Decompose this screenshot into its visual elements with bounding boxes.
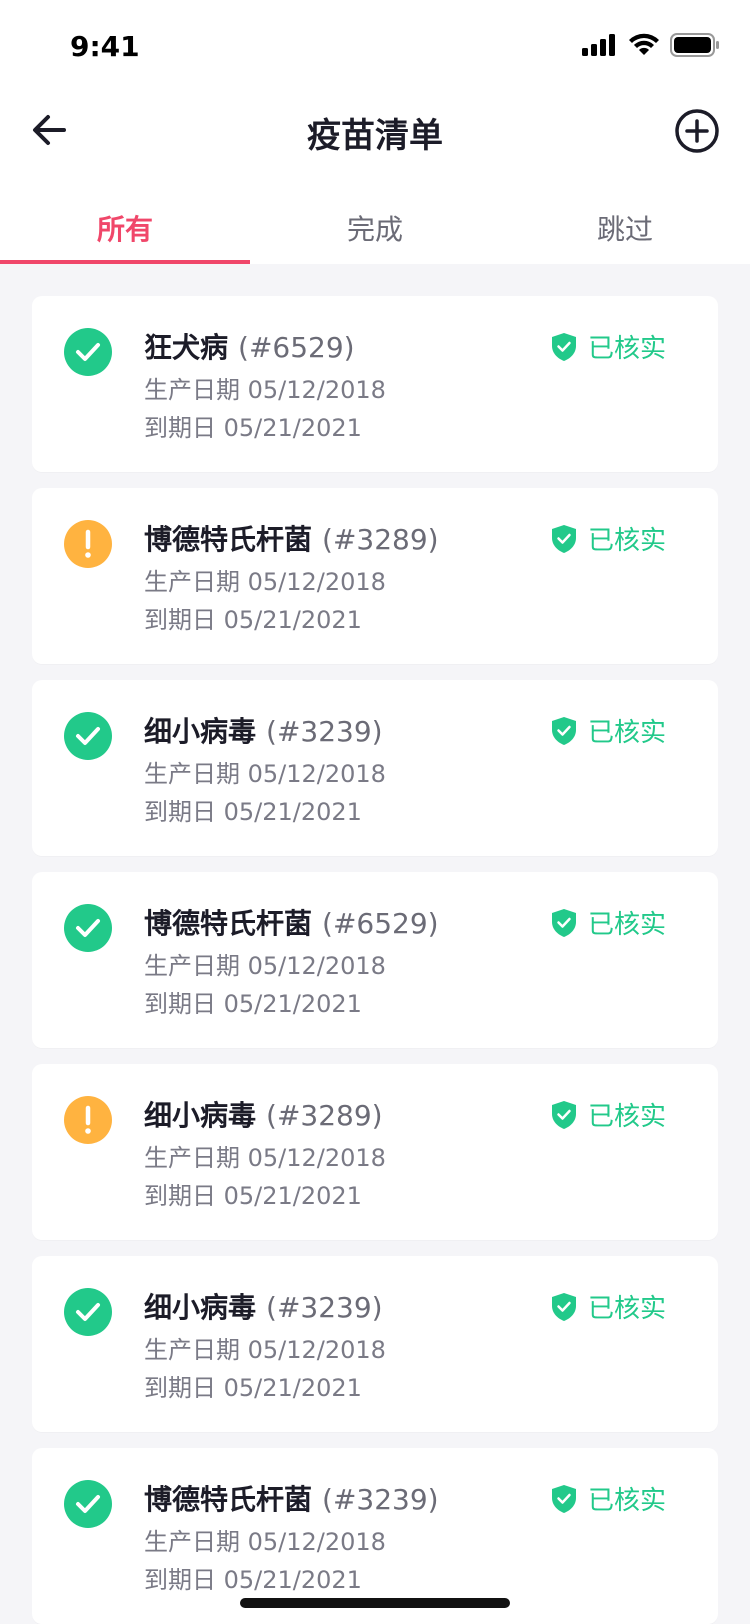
verified-badge: 已核实 [551, 1480, 666, 1517]
vaccine-code: (#3239) [322, 1483, 439, 1516]
tab-skipped[interactable]: 跳过 [500, 180, 750, 264]
verified-label: 已核实 [587, 526, 666, 556]
nav-header: 疫苗清单 [0, 90, 750, 180]
exclamation-circle-icon [64, 520, 112, 568]
verified-badge: 已核实 [551, 904, 666, 941]
vaccine-name-text: 细小病毒 [144, 715, 257, 748]
production-date: 生产日期 05/12/2018 [144, 568, 386, 596]
vaccine-name: 博德特氏杆菌 (#3289) [144, 518, 439, 558]
vaccine-card[interactable]: 博德特氏杆菌 (#3289) 生产日期 05/12/2018 到期日 05/21/… [32, 488, 718, 664]
vaccine-name: 博德特氏杆菌 (#3239) [144, 1478, 439, 1518]
verified-label: 已核实 [587, 718, 666, 748]
shield-check-icon [551, 1484, 576, 1513]
production-date: 生产日期 05/12/2018 [144, 1144, 386, 1172]
vaccine-name: 细小病毒 (#3239) [144, 710, 383, 750]
verified-badge: 已核实 [551, 520, 666, 557]
vaccine-name-text: 博德特氏杆菌 [144, 907, 313, 940]
vaccine-code: (#3239) [266, 1291, 383, 1324]
verified-label: 已核实 [587, 1486, 666, 1516]
vaccine-name-text: 博德特氏杆菌 [144, 523, 313, 556]
check-circle-icon [64, 328, 112, 376]
page-title: 疫苗清单 [307, 116, 443, 156]
vaccine-code: (#3289) [266, 1099, 383, 1132]
vaccine-name-text: 细小病毒 [144, 1099, 257, 1132]
vaccine-name-text: 细小病毒 [144, 1291, 257, 1324]
vaccine-name: 细小病毒 (#3289) [144, 1094, 383, 1134]
vaccine-name: 细小病毒 (#3239) [144, 1286, 383, 1326]
expiry-date: 到期日 05/21/2021 [144, 1374, 362, 1402]
verified-badge: 已核实 [551, 1288, 666, 1325]
expiry-date: 到期日 05/21/2021 [144, 798, 362, 826]
vaccine-name-text: 博德特氏杆菌 [144, 1483, 313, 1516]
vaccine-code: (#6529) [322, 907, 439, 940]
verified-badge: 已核实 [551, 712, 666, 749]
status-bar: 9:41 [0, 0, 750, 90]
vaccine-code: (#3239) [266, 715, 383, 748]
status-time: 9:41 [70, 30, 140, 63]
verified-badge: 已核实 [551, 328, 666, 365]
home-indicator[interactable] [240, 1598, 510, 1608]
production-date: 生产日期 05/12/2018 [144, 1528, 386, 1556]
tab-done[interactable]: 完成 [250, 180, 500, 264]
plus-circle-icon[interactable] [674, 108, 720, 154]
shield-check-icon [551, 908, 576, 937]
tab-all[interactable]: 所有 [0, 180, 250, 264]
vaccine-name: 博德特氏杆菌 (#6529) [144, 902, 439, 942]
expiry-date: 到期日 05/21/2021 [144, 990, 362, 1018]
verified-label: 已核实 [587, 1102, 666, 1132]
signal-icon [582, 34, 615, 56]
vaccine-card[interactable]: 细小病毒 (#3239) 生产日期 05/12/2018 到期日 05/21/20… [32, 680, 718, 856]
shield-check-icon [551, 1292, 576, 1321]
vaccine-card[interactable]: 博德特氏杆菌 (#6529) 生产日期 05/12/2018 到期日 05/21/… [32, 872, 718, 1048]
production-date: 生产日期 05/12/2018 [144, 952, 386, 980]
check-circle-icon [64, 1480, 112, 1528]
expiry-date: 到期日 05/21/2021 [144, 606, 362, 634]
vaccine-list: 狂犬病 (#6529) 生产日期 05/12/2018 到期日 05/21/202… [32, 296, 718, 1624]
expiry-date: 到期日 05/21/2021 [144, 1182, 362, 1210]
check-circle-icon [64, 904, 112, 952]
vaccine-card[interactable]: 细小病毒 (#3289) 生产日期 05/12/2018 到期日 05/21/20… [32, 1064, 718, 1240]
check-circle-icon [64, 712, 112, 760]
filter-tabs: 所有 完成 跳过 [0, 180, 750, 264]
production-date: 生产日期 05/12/2018 [144, 760, 386, 788]
verified-label: 已核实 [587, 910, 666, 940]
expiry-date: 到期日 05/21/2021 [144, 414, 362, 442]
vaccine-name: 狂犬病 (#6529) [144, 326, 355, 366]
shield-check-icon [551, 716, 576, 745]
vaccine-card[interactable]: 细小病毒 (#3239) 生产日期 05/12/2018 到期日 05/21/20… [32, 1256, 718, 1432]
verified-label: 已核实 [587, 1294, 666, 1324]
exclamation-circle-icon [64, 1096, 112, 1144]
production-date: 生产日期 05/12/2018 [144, 1336, 386, 1364]
shield-check-icon [551, 1100, 576, 1129]
wifi-icon [629, 33, 659, 55]
check-circle-icon [64, 1288, 112, 1336]
shield-check-icon [551, 332, 576, 361]
vaccine-code: (#6529) [238, 331, 355, 364]
expiry-date: 到期日 05/21/2021 [144, 1566, 362, 1594]
vaccine-code: (#3289) [322, 523, 439, 556]
battery-icon [670, 33, 719, 57]
verified-badge: 已核实 [551, 1096, 666, 1133]
status-icons [582, 30, 720, 60]
verified-label: 已核实 [587, 334, 666, 364]
shield-check-icon [551, 524, 576, 553]
vaccine-name-text: 狂犬病 [144, 331, 229, 364]
vaccine-list-screen: 9:41 疫苗清单 所有 完成 跳过 狂犬病 (#6529) 生产日期 05/1… [0, 0, 750, 1624]
production-date: 生产日期 05/12/2018 [144, 376, 386, 404]
vaccine-card[interactable]: 狂犬病 (#6529) 生产日期 05/12/2018 到期日 05/21/202… [32, 296, 718, 472]
